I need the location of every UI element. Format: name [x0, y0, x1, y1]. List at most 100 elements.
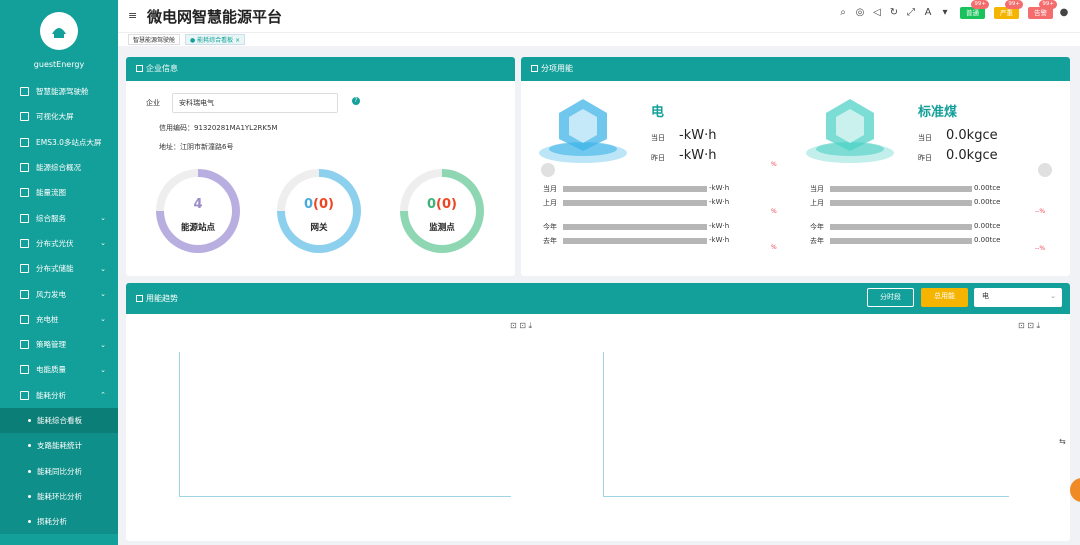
bullet-icon — [28, 419, 31, 422]
stat-points-value: 0(0) — [427, 197, 457, 212]
volume-icon[interactable]: ◁ — [871, 7, 883, 19]
period-value: 0.00tce — [974, 222, 1001, 230]
menu-toggle-icon[interactable]: ≡ — [128, 9, 137, 22]
fullscreen-icon[interactable]: ⤢ — [905, 7, 917, 19]
alarm-serious-badge[interactable]: 严重 99+ — [994, 0, 1023, 19]
sidebar-item-label: 可视化大屏 — [36, 112, 74, 122]
sidebar-item[interactable]: 综合服务 ⌄ — [0, 205, 118, 230]
tab-close-icon[interactable]: × — [235, 37, 240, 44]
today-value: 0.0kgce — [946, 128, 998, 143]
toolbar: ⌕ ◎ ◁ ↻ ⤢ A ▾ 普通 99+ 严重 99+ 告警 99+ ● — [837, 0, 1070, 19]
theme-icon[interactable]: ▾ — [939, 7, 951, 19]
sidebar-item[interactable]: EMS3.0多站点大屏 — [0, 130, 118, 155]
sidebar-item[interactable]: 可视化大屏 — [0, 104, 118, 129]
username: guestEnergy — [33, 60, 85, 69]
time-period-button[interactable]: 分时段 — [867, 288, 914, 307]
menu-item-icon — [20, 340, 29, 350]
today-label: 当日 — [918, 134, 932, 142]
user-avatar[interactable] — [40, 12, 78, 50]
user-icon[interactable]: ● — [1058, 7, 1070, 19]
chart2-y-axis — [603, 352, 604, 497]
energy-3d-icon — [800, 95, 900, 167]
sidebar-item[interactable]: 电能质量 ⌄ — [0, 357, 118, 382]
chevron-down-icon: ⌄ — [100, 264, 106, 273]
chevron-down-icon: ⌄ — [100, 365, 106, 374]
next-arrow-icon[interactable] — [1038, 163, 1052, 177]
topbar: ≡ 微电网智慧能源平台 ⌕ ◎ ◁ ↻ ⤢ A ▾ 普通 99+ 严重 99+ 告警… — [118, 0, 1080, 32]
menu-item-icon — [20, 289, 29, 299]
sidebar-subitem[interactable]: 支路能耗统计 — [0, 433, 118, 459]
period-label: 当月 — [543, 185, 557, 193]
restore-icon[interactable]: ⊡ — [519, 321, 526, 330]
legend-toggle-icon[interactable]: ⇆ — [1059, 437, 1066, 446]
sidebar-item[interactable]: 能量流图 — [0, 180, 118, 205]
font-size-icon[interactable]: A — [922, 7, 934, 19]
sidebar-subitem[interactable]: 能耗同比分析 — [0, 458, 118, 484]
sidebar-item[interactable]: 风力发电 ⌄ — [0, 281, 118, 306]
download-icon[interactable]: ⤓ — [529, 321, 533, 330]
sidebar-item[interactable]: 分布式光伏 ⌄ — [0, 231, 118, 256]
menu-item-icon — [20, 137, 29, 147]
float-widget-icon[interactable] — [1070, 478, 1080, 502]
sidebar-subitem[interactable]: 损耗分析 — [0, 509, 118, 535]
sidebar-subitem-label: 能耗环比分析 — [37, 491, 82, 501]
info-icon[interactable]: ? — [352, 97, 360, 105]
chevron-down-icon: ⌄ — [1050, 292, 1056, 300]
zoom-icon[interactable]: ⊡ — [510, 321, 517, 330]
alarm-alert-badge[interactable]: 告警 99+ — [1028, 0, 1057, 19]
sidebar-item[interactable]: 智慧能源驾驶舱 — [0, 79, 118, 104]
prev-arrow-icon[interactable] — [541, 163, 555, 177]
sub-energy-card: 分项用能 电当日 -kW·h 昨日 -kW·h 当月 -kW·h 上月 -kW·h 今年 -kW·… — [521, 57, 1070, 276]
menu-item-icon — [20, 87, 29, 97]
card-title-icon — [136, 295, 143, 302]
search-icon[interactable]: ⌕ — [837, 7, 849, 19]
yesterday-value: -kW·h — [679, 148, 717, 163]
restore-icon[interactable]: ⊡ — [1027, 321, 1034, 330]
menu-item-icon — [20, 188, 29, 198]
company-input[interactable]: 安科瑞电气 — [172, 93, 338, 113]
sidebar-subitem[interactable]: 能耗环比分析 — [0, 483, 118, 510]
help-icon[interactable]: ◎ — [854, 7, 866, 19]
period-value: -kW·h — [709, 236, 730, 244]
energy-type-select[interactable]: 电 ⌄ — [974, 288, 1062, 307]
yesterday-label: 昨日 — [918, 154, 932, 162]
sidebar-item[interactable]: 分布式储能 ⌄ — [0, 256, 118, 281]
sidebar-item[interactable]: 充电桩 ⌄ — [0, 307, 118, 332]
zoom-icon[interactable]: ⊡ — [1018, 321, 1025, 330]
total-usage-button[interactable]: 总用能 — [921, 288, 968, 307]
chart1-y-axis — [179, 352, 180, 497]
tab-energy-board[interactable]: ● 能耗综合看板 × — [185, 34, 246, 45]
menu-item-icon — [20, 213, 29, 223]
chevron-down-icon: ⌄ — [100, 340, 106, 349]
bullet-icon — [28, 520, 31, 524]
sidebar-item[interactable]: 能耗分析 ⌃ — [0, 383, 118, 408]
refresh-icon[interactable]: ↻ — [888, 7, 900, 19]
sidebar-item[interactable]: 策略管理 ⌄ — [0, 332, 118, 357]
download-icon[interactable]: ⤓ — [1037, 321, 1041, 330]
sidebar-item-label: 策略管理 — [36, 340, 66, 350]
menu-item-icon — [20, 238, 29, 248]
change-percent: % — [771, 161, 777, 168]
period-bar — [830, 186, 972, 192]
menu-item-icon — [20, 112, 29, 122]
menu-item-icon — [20, 390, 29, 400]
energy-3d-icon — [533, 95, 633, 167]
sidebar-subitem[interactable]: 能耗综合看板 — [0, 407, 118, 434]
sidebar-item[interactable]: 能源综合概况 — [0, 155, 118, 180]
stat-points-label: 监测点 — [429, 223, 455, 233]
change-percent: --% — [1035, 245, 1046, 252]
stat-gateways: 0(0) 网关 — [277, 169, 361, 253]
today-value: -kW·h — [679, 128, 717, 143]
chart1-x-axis — [179, 496, 511, 497]
chevron-down-icon: ⌄ — [100, 239, 106, 248]
bullet-icon — [28, 469, 31, 473]
sidebar: guestEnergy 智慧能源驾驶舱可视化大屏 EMS3.0多站点大屏 能源综合概… — [0, 0, 118, 545]
chart2-toolbox: ⊡ ⊡ ⤓ — [1018, 321, 1040, 331]
period-bar — [830, 238, 972, 244]
period-label: 上月 — [810, 199, 824, 207]
tab-cockpit[interactable]: 智慧能源驾驶舱 — [128, 34, 181, 45]
menu-item-icon — [20, 365, 29, 375]
page-title: 微电网智慧能源平台 — [147, 8, 283, 26]
alarm-normal-badge[interactable]: 普通 99+ — [960, 0, 989, 19]
sidebar-item-label: 电能质量 — [36, 365, 66, 375]
